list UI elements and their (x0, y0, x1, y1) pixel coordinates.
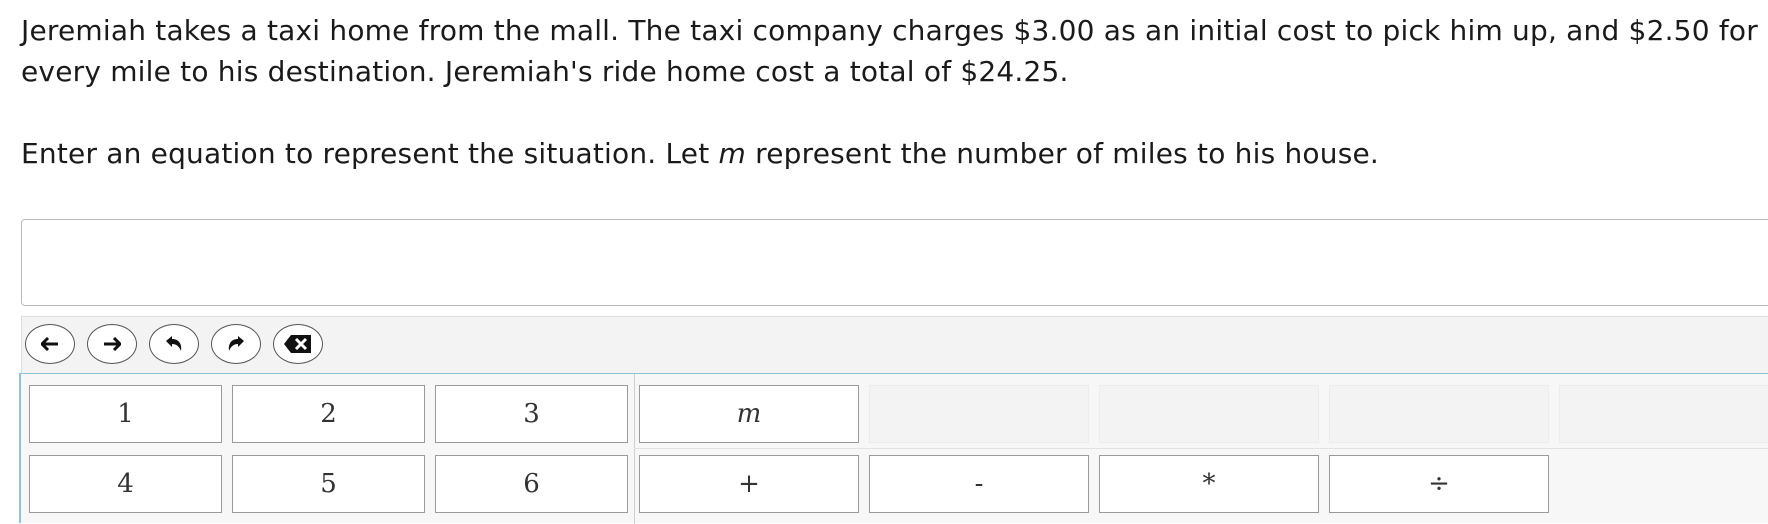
key-1[interactable]: 1 (29, 385, 222, 443)
equation-answer-input[interactable] (21, 219, 1768, 306)
prompt-text-before: Enter an equation to represent the situa… (21, 137, 719, 170)
move-left-button[interactable] (25, 324, 75, 364)
key-multiply[interactable]: * (1099, 455, 1319, 513)
key-empty (869, 385, 1089, 443)
problem-statement: Jeremiah takes a taxi home from the mall… (21, 14, 1758, 88)
arrow-right-icon (104, 337, 121, 351)
key-variable-m[interactable]: m (639, 385, 859, 443)
editor-toolbar (21, 316, 1768, 373)
keypad-row-divider (634, 448, 1768, 449)
key-2[interactable]: 2 (232, 385, 425, 443)
arrow-left-icon (41, 337, 58, 351)
key-5[interactable]: 5 (232, 455, 425, 513)
key-4[interactable]: 4 (29, 455, 222, 513)
key-6[interactable]: 6 (435, 455, 628, 513)
key-minus[interactable]: - (869, 455, 1089, 513)
prompt-variable: m (718, 137, 747, 170)
backspace-button[interactable] (273, 324, 323, 364)
question-text: Jeremiah takes a taxi home from the mall… (21, 10, 1761, 174)
math-keypad: 1 2 3 m 4 5 6 + - * ÷ (19, 373, 1768, 524)
problem-prompt: Enter an equation to represent the situa… (21, 133, 1761, 174)
keypad-divider (634, 374, 635, 524)
key-divide[interactable]: ÷ (1329, 455, 1549, 513)
key-empty (1329, 385, 1549, 443)
backspace-icon (284, 335, 311, 353)
key-empty (1099, 385, 1319, 443)
key-empty (1559, 385, 1768, 443)
undo-icon (166, 336, 182, 351)
undo-button[interactable] (149, 324, 199, 364)
move-right-button[interactable] (87, 324, 137, 364)
prompt-text-after: represent the number of miles to his hou… (746, 137, 1380, 170)
redo-icon (228, 336, 244, 351)
redo-button[interactable] (211, 324, 261, 364)
key-plus[interactable]: + (639, 455, 859, 513)
key-3[interactable]: 3 (435, 385, 628, 443)
